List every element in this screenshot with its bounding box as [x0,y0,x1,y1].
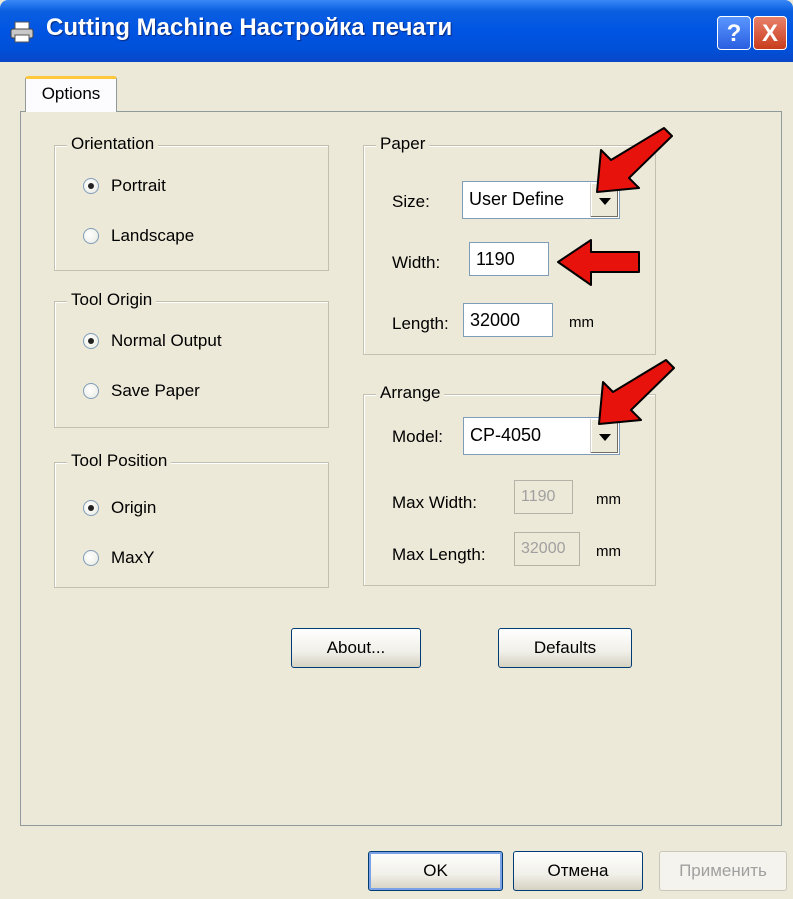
title-bar: Cutting Machine Настройка печати ? X [0,0,793,62]
maxy-label: MaxY [111,548,155,567]
length-field[interactable]: 32000 [463,303,553,337]
max-length-field: 32000 [514,532,580,566]
landscape-radio-button[interactable] [83,228,99,244]
save-paper-radio-button[interactable] [83,383,99,399]
max-width-unit: mm [596,491,621,508]
save-paper-label: Save Paper [111,381,200,400]
model-label: Model: [392,427,444,446]
landscape-label: Landscape [111,226,195,245]
width-field[interactable]: 1190 [469,242,549,276]
help-button[interactable]: ? [717,16,751,50]
max-width-field: 1190 [514,480,573,514]
size-value: User Define [469,189,565,209]
tool-origin-group: Tool Origin Normal Output Save Paper [54,290,329,428]
origin-radio[interactable]: Origin [83,498,156,518]
orientation-group: Orientation Portrait Landscape [54,134,329,271]
model-value: CP-4050 [470,425,542,445]
window-title: Cutting Machine Настройка печати [46,14,453,41]
length-unit: mm [569,314,594,331]
annotation-arrow-size [596,127,673,193]
arrange-legend: Arrange [376,383,445,403]
paper-legend: Paper [376,134,430,154]
max-length-unit: mm [596,543,621,560]
maxy-radio[interactable]: MaxY [83,548,154,568]
portrait-label: Portrait [111,176,166,195]
defaults-button[interactable]: Defaults [498,628,632,668]
close-button[interactable]: X [753,16,787,50]
landscape-radio[interactable]: Landscape [83,226,194,246]
about-button[interactable]: About... [291,628,421,668]
cancel-button[interactable]: Отмена [513,851,643,891]
portrait-radio-button[interactable] [83,178,99,194]
save-paper-radio[interactable]: Save Paper [83,381,200,401]
max-width-label: Max Width: [392,493,478,512]
max-length-label: Max Length: [392,545,486,564]
maxy-radio-button[interactable] [83,550,99,566]
normal-output-label: Normal Output [111,331,222,350]
normal-output-radio-button[interactable] [83,333,99,349]
orientation-legend: Orientation [67,134,159,154]
portrait-radio[interactable]: Portrait [83,176,166,196]
width-label: Width: [392,253,441,272]
tab-options[interactable]: Options [25,76,117,112]
ok-button[interactable]: OK [368,851,503,891]
tool-origin-legend: Tool Origin [67,290,157,310]
annotation-arrow-width [557,239,640,286]
tool-position-legend: Tool Position [67,451,172,471]
size-label: Size: [392,192,430,211]
options-panel: Orientation Portrait Landscape Tool Orig… [20,111,782,826]
normal-output-radio[interactable]: Normal Output [83,331,222,351]
apply-button: Применить [659,851,787,891]
length-label: Length: [392,314,449,333]
origin-label: Origin [111,498,157,517]
origin-radio-button[interactable] [83,500,99,516]
printer-icon [10,21,34,43]
annotation-arrow-model [598,359,675,425]
tool-position-group: Tool Position Origin MaxY [54,451,329,588]
